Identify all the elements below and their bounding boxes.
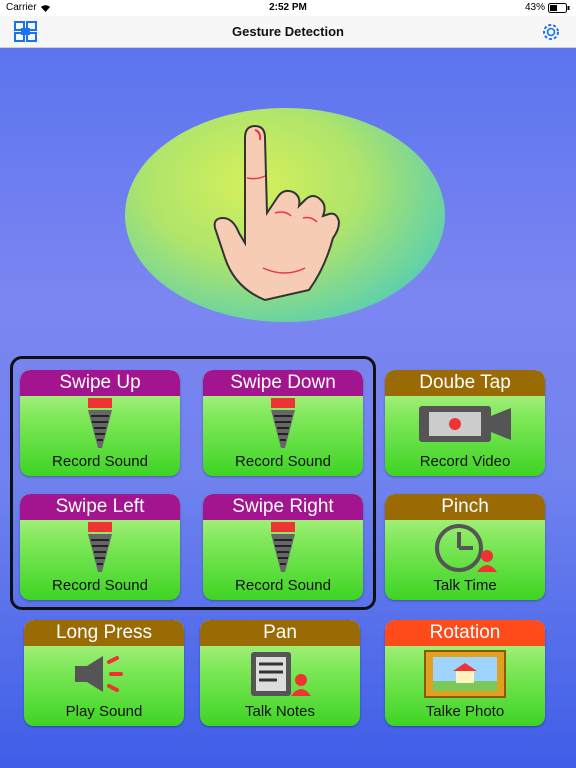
navigation-bar: Gesture Detection xyxy=(0,16,576,48)
tile-header: Pinch xyxy=(385,494,545,520)
tile-header: Swipe Down xyxy=(203,370,363,396)
battery-info: 43% xyxy=(525,2,570,13)
notes-icon xyxy=(251,652,311,696)
tile-header: Swipe Up xyxy=(20,370,180,396)
photo-icon xyxy=(424,650,506,698)
microphone-icon xyxy=(88,522,112,572)
hand-icon xyxy=(213,124,341,302)
status-time: 2:52 PM xyxy=(269,2,307,13)
tile-caption: Record Sound xyxy=(52,577,148,594)
tile-header: Swipe Right xyxy=(203,494,363,520)
gesture-pad[interactable] xyxy=(125,108,445,322)
settings-button[interactable] xyxy=(540,21,562,43)
tile-caption: Record Video xyxy=(419,453,511,470)
tile-swipe-down[interactable]: Swipe Down Record Sound xyxy=(203,370,363,476)
page-title: Gesture Detection xyxy=(232,24,344,39)
gesture-area[interactable]: Swipe Up Record Sound Swipe Down Record … xyxy=(0,48,576,768)
tile-header: Pan xyxy=(200,620,360,646)
tile-pan[interactable]: Pan Talk Notes xyxy=(200,620,360,726)
battery-percent: 43% xyxy=(524,2,545,13)
tile-swipe-up[interactable]: Swipe Up Record Sound xyxy=(20,370,180,476)
tile-header: Swipe Left xyxy=(20,494,180,520)
tile-caption: Record Sound xyxy=(235,577,331,594)
tile-rotation[interactable]: Rotation Talke Photo xyxy=(385,620,545,726)
tile-swipe-right[interactable]: Swipe Right Record Sound xyxy=(203,494,363,600)
status-bar: Carrier 2:52 PM 43% xyxy=(0,0,576,16)
gear-icon xyxy=(543,24,559,40)
tile-header: Doube Tap xyxy=(385,370,545,396)
microphone-icon xyxy=(88,398,112,448)
tile-caption: Record Sound xyxy=(52,453,148,470)
tile-caption: Talk Time xyxy=(433,577,497,594)
tile-header: Rotation xyxy=(385,620,545,646)
tile-caption: Talke Photo xyxy=(425,703,505,720)
tile-pinch[interactable]: Pinch Talk Time xyxy=(385,494,545,600)
speaker-icon xyxy=(75,656,123,692)
tile-caption: Record Sound xyxy=(235,453,331,470)
tile-caption: Play Sound xyxy=(65,703,143,720)
tile-double-tap[interactable]: Doube Tap Record Video xyxy=(385,370,545,476)
tile-long-press[interactable]: Long Press Play Sound xyxy=(24,620,184,726)
tile-caption: Talk Notes xyxy=(244,703,316,720)
microphone-icon xyxy=(271,398,295,448)
tile-header: Long Press xyxy=(24,620,184,646)
tile-swipe-left[interactable]: Swipe Left Record Sound xyxy=(20,494,180,600)
video-camera-icon xyxy=(419,406,511,442)
battery-icon xyxy=(548,2,570,13)
clock-icon xyxy=(435,524,497,572)
microphone-icon xyxy=(271,522,295,572)
